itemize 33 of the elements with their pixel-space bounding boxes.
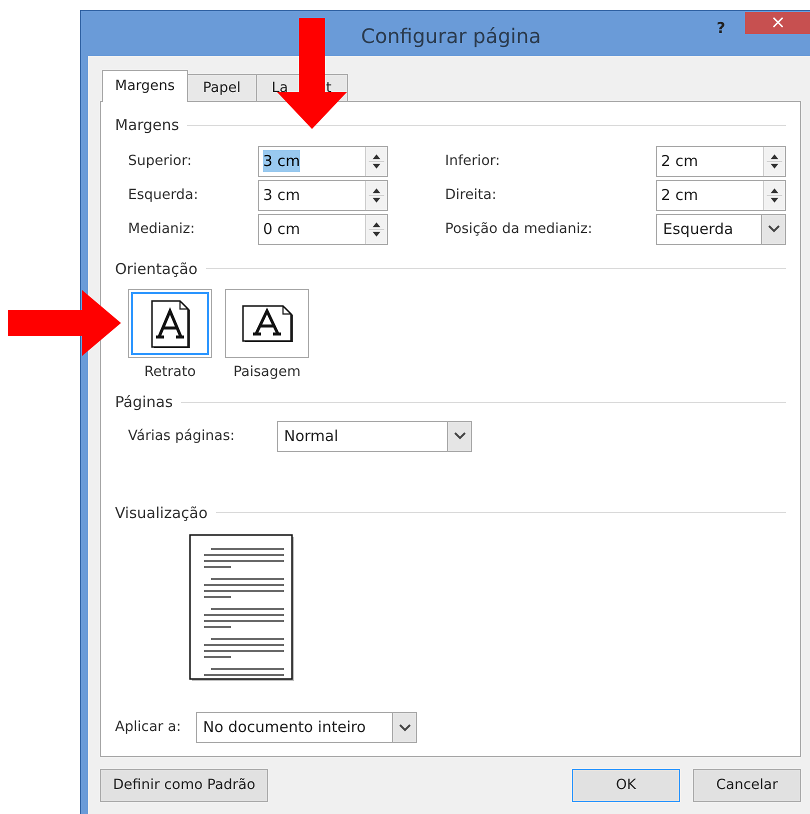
section-heading: Visualização [115, 502, 208, 524]
dialog-button[interactable]: Cancelar [693, 769, 801, 802]
caret-icon [454, 432, 466, 440]
dialog-button[interactable]: OK [572, 769, 680, 802]
field-label: Esquerda: [128, 186, 200, 204]
landscape-page-icon [240, 304, 294, 344]
section-heading: Páginas [115, 392, 173, 413]
field-label: Posição da medianiz: [445, 220, 594, 238]
help-button[interactable]: ? [701, 17, 741, 39]
dialog-button[interactable]: Definir como Padrão [100, 769, 268, 802]
tab[interactable]: Papel [186, 74, 257, 101]
field-label: Inferior: [445, 152, 501, 170]
orientation-option[interactable] [225, 289, 309, 358]
dropdown[interactable]: Esquerda [656, 214, 786, 244]
caret-icon [398, 724, 410, 732]
orientation-option[interactable] [128, 289, 212, 358]
field-label: Superior: [128, 152, 193, 170]
field-label: Aplicar a: [115, 718, 182, 737]
section-heading: Orientação [115, 258, 198, 280]
close-button[interactable]: × [745, 12, 810, 34]
caret-icon [768, 225, 780, 233]
option-label: Paisagem [233, 363, 301, 382]
tab[interactable]: Margens [102, 70, 188, 102]
field-label: Várias páginas: [128, 426, 236, 446]
field-label: Medianiz: [128, 220, 196, 238]
field-label: Direita: [445, 186, 498, 204]
portrait-page-icon [149, 298, 191, 348]
section-heading: Margens [115, 115, 180, 136]
dropdown[interactable]: No documento inteiro [196, 712, 417, 743]
dropdown[interactable]: Normal [277, 420, 472, 452]
option-label: Retrato [144, 363, 196, 382]
right-arrow-icon [8, 290, 121, 356]
window-title: Configurar página [361, 23, 542, 50]
